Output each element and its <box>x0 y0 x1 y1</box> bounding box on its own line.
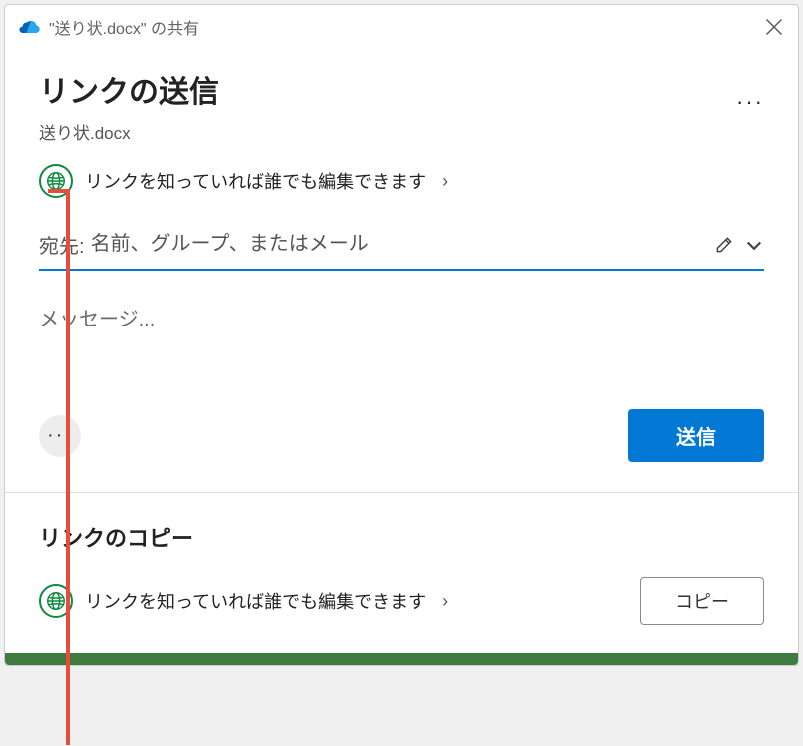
copy-section-title: リンクのコピー <box>39 521 764 553</box>
copy-permission-text: リンクを知っていれば誰でも編集できます <box>85 588 426 614</box>
copy-link-row: リンクを知っていれば誰でも編集できます › コピー <box>39 577 764 625</box>
permission-settings-button[interactable]: リンクを知っていれば誰でも編集できます › <box>39 164 764 198</box>
chevron-down-icon <box>744 235 764 255</box>
more-options-button[interactable]: ··· <box>736 89 764 115</box>
globe-icon <box>39 164 73 198</box>
more-actions-button[interactable]: ··· <box>39 415 81 457</box>
onedrive-icon <box>19 19 41 35</box>
recipient-label: 宛先: <box>39 230 85 259</box>
send-button[interactable]: 送信 <box>628 409 764 462</box>
copy-button[interactable]: コピー <box>640 577 764 625</box>
permission-text: リンクを知っていれば誰でも編集できます <box>85 168 426 194</box>
bottom-accent-bar <box>5 653 798 665</box>
recipient-row: 宛先: <box>39 230 764 271</box>
copy-link-section: リンクのコピー リンクを知っていれば誰でも編集できます › コピー <box>5 493 798 653</box>
recipient-input[interactable] <box>91 233 696 256</box>
filename-label: 送り状.docx <box>39 119 764 144</box>
titlebar-text: "送り状.docx" の共有 <box>49 15 199 39</box>
edit-permission-dropdown[interactable] <box>714 235 764 255</box>
chevron-right-icon: › <box>442 591 448 612</box>
chevron-right-icon: › <box>442 171 448 192</box>
titlebar: "送り状.docx" の共有 <box>5 5 798 45</box>
action-row: ··· 送信 <box>39 409 764 492</box>
share-dialog: "送り状.docx" の共有 リンクの送信 ··· 送り状.docx リンクを知… <box>4 4 799 666</box>
page-title: リンクの送信 <box>39 67 219 111</box>
globe-icon <box>39 584 73 618</box>
send-link-section: リンクの送信 ··· 送り状.docx リンクを知っていれば誰でも編集できます … <box>5 45 798 492</box>
message-input[interactable] <box>39 303 764 326</box>
close-icon[interactable] <box>764 17 784 37</box>
pencil-icon <box>714 235 734 255</box>
